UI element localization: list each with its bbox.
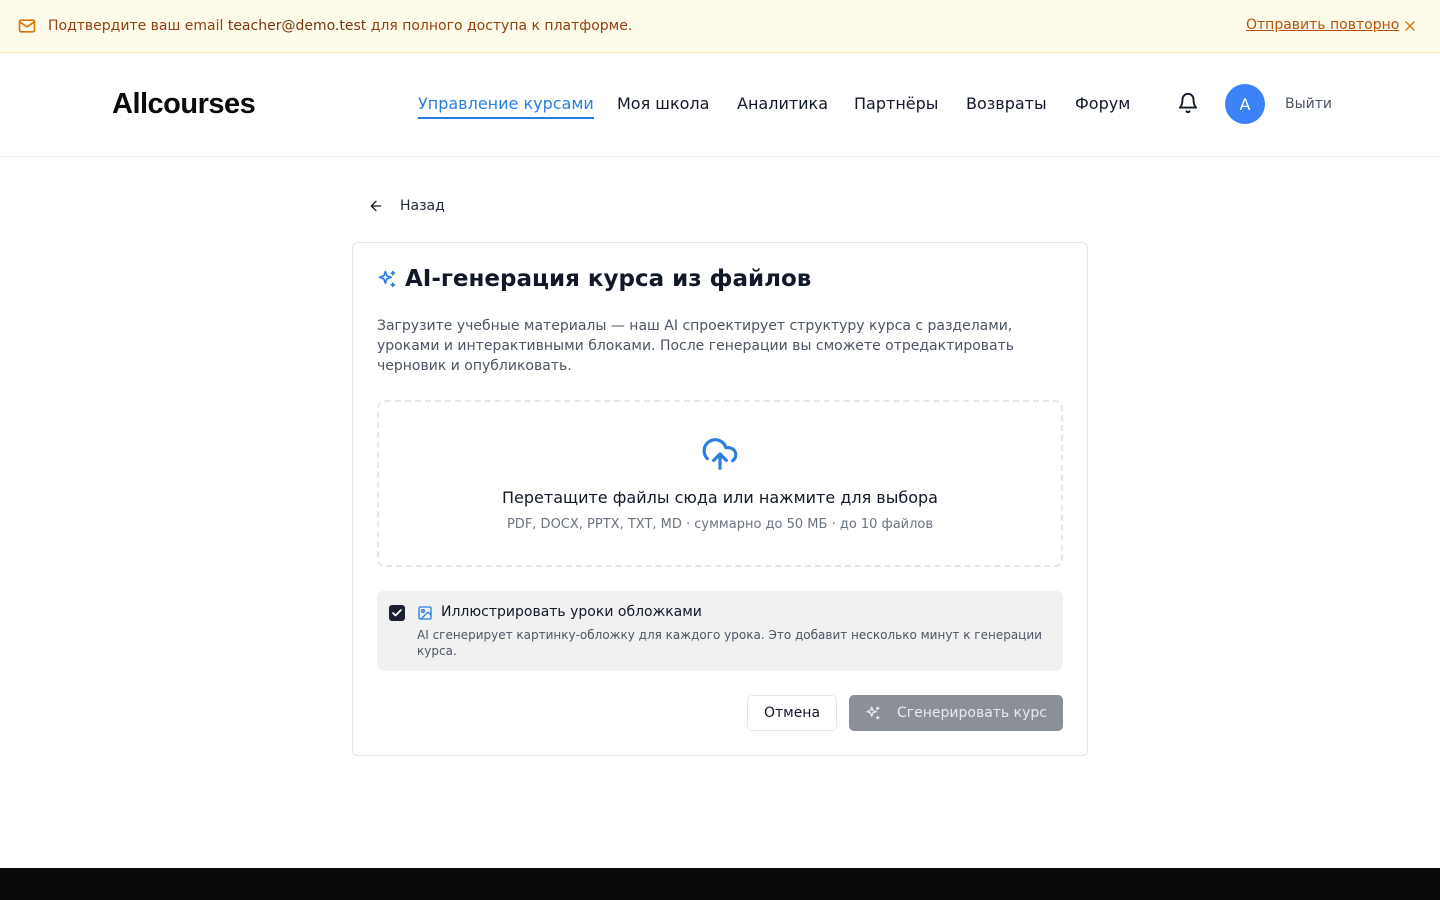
image-icon [417,605,433,621]
top-header: Allcourses Управление курсами Моя школа … [0,53,1440,157]
back-link[interactable]: Назад [368,198,445,214]
resend-link[interactable]: Отправить повторно [1246,17,1399,33]
dropzone-title: Перетащите файлы сюда или нажмите для вы… [502,488,938,507]
nav-forum[interactable]: Форум [1075,94,1130,113]
footer-bar [0,868,1440,900]
illustrate-checkbox[interactable] [389,605,405,621]
logout-link[interactable]: Выйти [1285,96,1332,112]
file-dropzone[interactable]: Перетащите файлы сюда или нажмите для вы… [377,400,1063,567]
ai-generation-card: AI-генерация курса из файлов Загрузите у… [352,242,1088,756]
cloud-upload-icon [700,435,740,473]
banner-text-before: Подтвердите ваш email [48,18,228,34]
banner-message: Подтвердите ваш email teacher@demo.test … [48,18,632,34]
option-description: AI сгенерирует картинку-обложку для кажд… [417,628,1042,658]
dropzone-hint: PDF, DOCX, PPTX, TXT, MD · суммарно до 5… [506,517,934,532]
card-header: AI-генерация курса из файлов [377,266,811,292]
close-icon[interactable] [1402,17,1418,35]
avatar[interactable]: A [1225,84,1265,124]
page-title: AI-генерация курса из файлов [405,266,812,292]
sparkles-icon [377,269,397,289]
option-title[interactable]: Иллюстрировать уроки обложками [441,604,702,620]
nav-partners[interactable]: Партнёры [854,94,938,113]
nav-analytics[interactable]: Аналитика [737,94,828,113]
banner-text-after: для полного доступа к платформе. [366,18,633,34]
generate-label: Сгенерировать курс [897,705,1047,721]
mail-icon [17,16,37,36]
generate-course-button[interactable]: Сгенерировать курс [849,695,1063,731]
logo[interactable]: Allcourses [112,88,256,121]
nav-course-management[interactable]: Управление курсами [418,94,594,119]
sparkles-icon [865,705,881,721]
nav-my-school[interactable]: Моя школа [617,94,709,113]
nav-refunds[interactable]: Возвраты [966,94,1047,113]
cover-illustration-option: Иллюстрировать уроки обложками AI сгенер… [377,591,1063,671]
card-description: Загрузите учебные материалы — наш AI спр… [377,318,1015,374]
back-label: Назад [400,198,445,214]
email-verification-banner: Подтвердите ваш email teacher@demo.test … [0,0,1440,53]
bell-icon[interactable] [1176,90,1200,116]
cancel-button[interactable]: Отмена [747,695,837,731]
banner-email: teacher@demo.test [227,18,367,34]
arrow-left-icon [368,198,384,214]
